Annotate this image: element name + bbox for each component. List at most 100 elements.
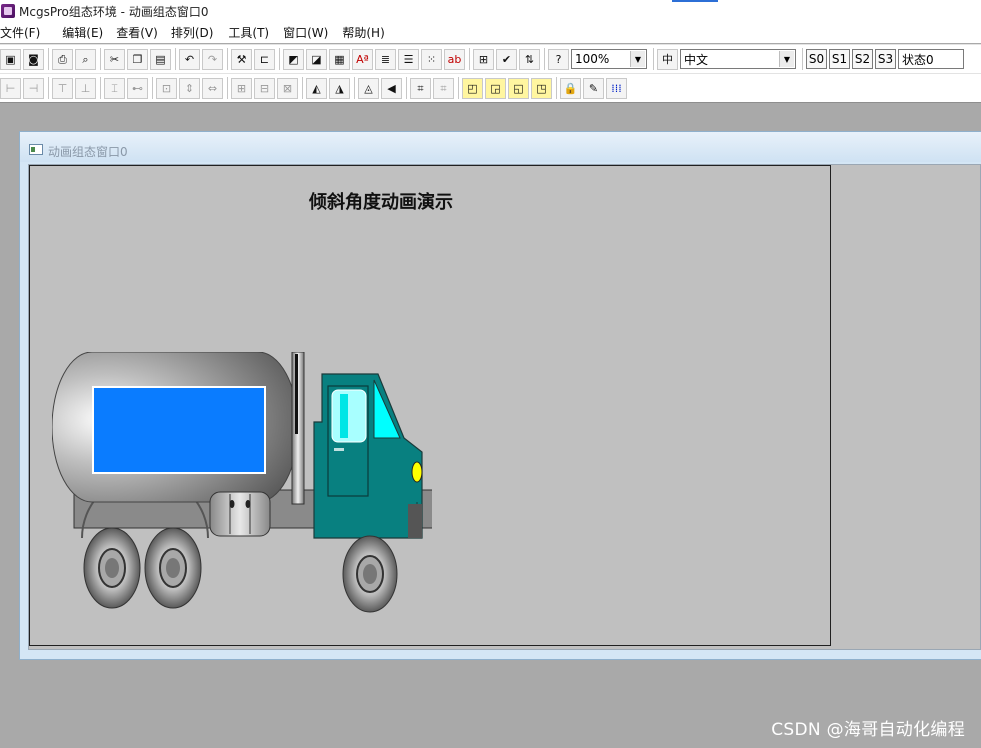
grid-icon[interactable]: ⁙ — [421, 48, 442, 70]
menu-window[interactable]: 窗口(W) — [283, 24, 336, 41]
line-width-icon[interactable]: ☰ — [398, 48, 419, 70]
same-height-icon[interactable]: ⇕ — [179, 77, 200, 99]
space-horizontal-icon[interactable]: ⊠ — [277, 77, 298, 99]
ungroup-icon[interactable]: ⌗ — [433, 77, 454, 99]
bring-front-icon[interactable]: ◰ — [462, 77, 483, 99]
rotate-right-icon[interactable]: ◮ — [329, 77, 350, 99]
toolbar-separator — [556, 77, 557, 99]
chevron-down-icon[interactable]: ▼ — [779, 51, 794, 67]
menu-help[interactable]: 帮助(H) — [342, 24, 392, 41]
toolbar-separator — [302, 77, 303, 99]
fill-color-icon[interactable]: ◩ — [283, 48, 304, 70]
zoom-select[interactable]: 100% ▼ — [571, 49, 647, 69]
copy-icon[interactable]: ❐ — [127, 48, 148, 70]
animation-window-titlebar[interactable]: 动画组态窗口0 — [20, 132, 981, 162]
flip-vertical-icon[interactable]: ◀ — [381, 77, 402, 99]
design-canvas[interactable]: 倾斜角度动画演示 — [29, 165, 831, 646]
menu-tools[interactable]: 工具(T) — [228, 24, 277, 41]
app-title-bar: McgsPro组态环境 - 动画组态窗口0 — [0, 0, 981, 22]
state-s3-button[interactable]: S3 — [875, 49, 896, 69]
lock-icon[interactable]: 🔒 — [560, 77, 581, 99]
language-value: 中文 — [684, 52, 709, 67]
group-icon[interactable]: ⌗ — [410, 77, 431, 99]
tools-icon[interactable]: ⚒ — [231, 48, 252, 70]
toolbar-separator — [227, 48, 228, 70]
state-s2-button[interactable]: S2 — [852, 49, 873, 69]
rotate-left-icon[interactable]: ◭ — [306, 77, 327, 99]
zoom-value: 100% — [575, 52, 610, 66]
toolbar-separator — [458, 77, 459, 99]
undo-icon[interactable]: ↶ — [179, 48, 200, 70]
text-edit-icon[interactable]: ab — [444, 48, 465, 70]
wheel-rear-1 — [83, 527, 141, 609]
state-s0-button[interactable]: S0 — [806, 49, 827, 69]
line-style-icon[interactable]: ≣ — [375, 48, 396, 70]
font-icon[interactable]: Aª — [352, 48, 373, 70]
toolbar-separator — [653, 48, 654, 70]
check-icon[interactable]: ✔ — [496, 48, 517, 70]
cut-icon[interactable]: ✂ — [104, 48, 125, 70]
redo-icon[interactable]: ↷ — [202, 48, 223, 70]
toolbar-separator — [227, 77, 228, 99]
align-top-icon[interactable]: ⊤ — [52, 77, 73, 99]
arrange-toolbar: ⊢ ⊣ ⊤ ⊥ ⌶ ⊷ ⊡ ⇕ ⇔ ⊞ ⊟ ⊠ ◭ ◮ ◬ ◀ ⌗ ⌗ ◰ ◲ … — [0, 73, 981, 103]
state-field[interactable]: 状态0 — [898, 49, 964, 69]
space-vertical-icon[interactable]: ⊟ — [254, 77, 275, 99]
toolbar-separator — [469, 48, 470, 70]
tank-truck-graphic[interactable] — [52, 352, 432, 614]
bring-forward-icon[interactable]: ◱ — [508, 77, 529, 99]
wheel-front — [342, 535, 398, 613]
toolbar-separator — [152, 77, 153, 99]
menu-view[interactable]: 查看(V) — [116, 24, 166, 41]
align-bottom-icon[interactable]: ⊥ — [75, 77, 96, 99]
send-backward-icon[interactable]: ◳ — [531, 77, 552, 99]
help-icon[interactable]: ? — [548, 48, 569, 70]
bumper — [408, 504, 422, 538]
toolbar-separator — [354, 77, 355, 99]
toolbar-separator — [100, 48, 101, 70]
send-back-icon[interactable]: ◲ — [485, 77, 506, 99]
line-color-icon[interactable]: ◪ — [306, 48, 327, 70]
flip-horizontal-icon[interactable]: ◬ — [358, 77, 379, 99]
properties-icon[interactable]: ⊞ — [473, 48, 494, 70]
save-icon[interactable]: ◙ — [23, 48, 44, 70]
menu-arrange[interactable]: 排列(D) — [171, 24, 222, 41]
align-right-icon[interactable]: ⊣ — [23, 77, 44, 99]
toolbar-separator — [100, 77, 101, 99]
door-handle — [334, 448, 344, 451]
headlight — [411, 461, 423, 483]
center-horizontal-icon[interactable]: ⊷ — [127, 77, 148, 99]
new-window-icon[interactable]: ▣ — [0, 48, 21, 70]
watermark-text: CSDN @海哥自动化编程 — [771, 720, 965, 740]
fuel-tank-bolt — [245, 500, 251, 508]
palette-grid-icon[interactable]: ⁞⁞⁞ — [606, 77, 627, 99]
font-color-icon[interactable]: ▦ — [329, 48, 350, 70]
edit-points-icon[interactable]: ✎ — [583, 77, 604, 99]
canvas-title-label[interactable]: 倾斜角度动画演示 — [309, 188, 453, 214]
space-even-icon[interactable]: ⊞ — [231, 77, 252, 99]
wheel-rear-2 — [144, 527, 202, 609]
menu-bar: 文件(F) 编辑(E) 查看(V) 排列(D) 工具(T) 窗口(W) 帮助(H… — [0, 22, 981, 43]
app-icon — [1, 4, 15, 18]
print-icon[interactable]: ⎙ — [52, 48, 73, 70]
toolbar-separator — [48, 48, 49, 70]
center-vertical-icon[interactable]: ⌶ — [104, 77, 125, 99]
language-icon[interactable]: 中 — [657, 48, 678, 70]
tank-window — [92, 386, 266, 474]
toolbar-separator — [48, 77, 49, 99]
menu-file[interactable]: 文件(F) — [0, 24, 48, 41]
select-icon[interactable]: ⊏ — [254, 48, 275, 70]
windshield — [373, 379, 401, 439]
order-icon[interactable]: ⇅ — [519, 48, 540, 70]
same-size-icon[interactable]: ⊡ — [156, 77, 177, 99]
menu-edit[interactable]: 编辑(E) — [62, 24, 111, 41]
language-select[interactable]: 中文 ▼ — [680, 49, 796, 69]
toolbar-separator — [279, 48, 280, 70]
align-left-icon[interactable]: ⊢ — [0, 77, 21, 99]
toolbar-separator — [175, 48, 176, 70]
print-preview-icon[interactable]: ⌕ — [75, 48, 96, 70]
paste-icon[interactable]: ▤ — [150, 48, 171, 70]
state-s1-button[interactable]: S1 — [829, 49, 850, 69]
same-width-icon[interactable]: ⇔ — [202, 77, 223, 99]
chevron-down-icon[interactable]: ▼ — [630, 51, 645, 67]
